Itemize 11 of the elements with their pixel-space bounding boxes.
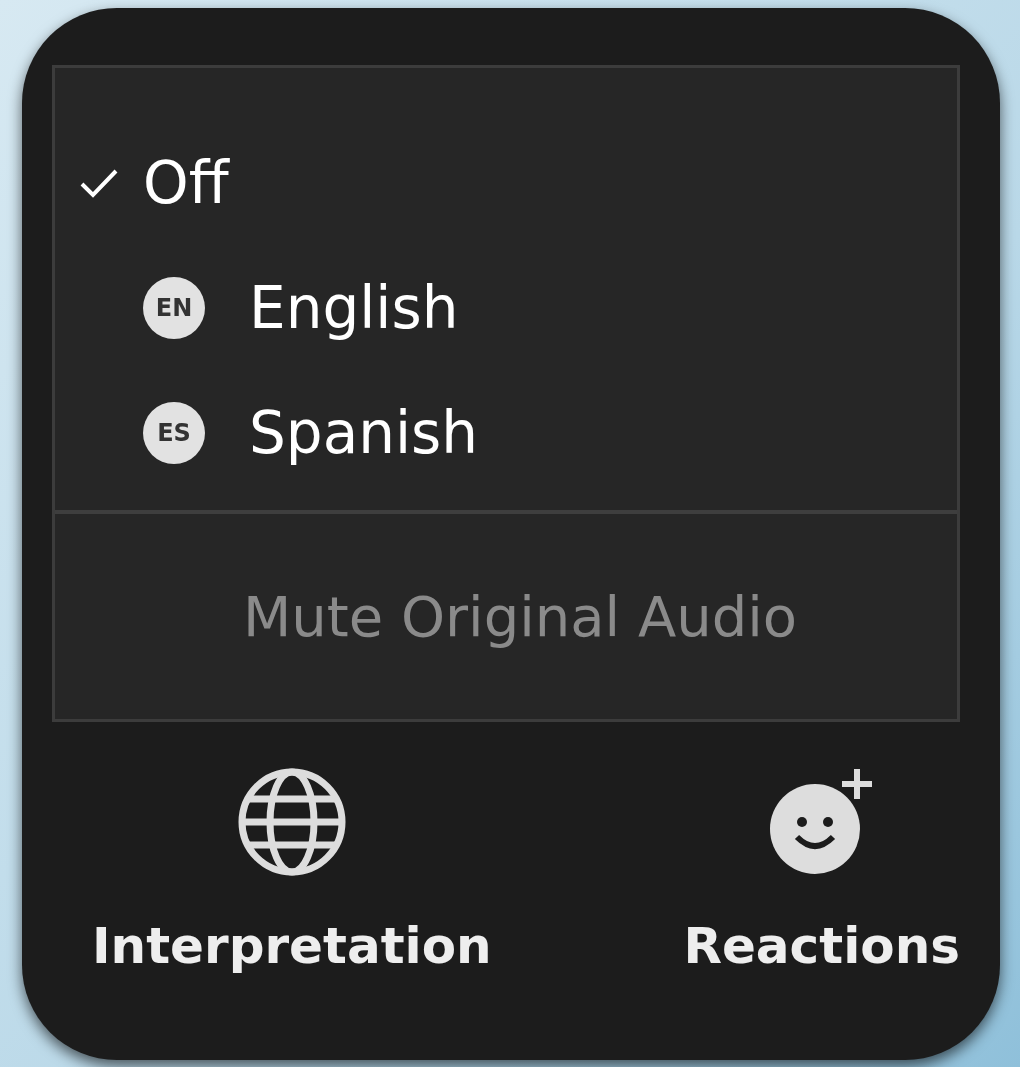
option-label: Off bbox=[143, 148, 229, 217]
option-label: Spanish bbox=[249, 398, 479, 467]
language-option[interactable]: EN English bbox=[55, 255, 957, 360]
globe-icon bbox=[236, 767, 347, 877]
language-option[interactable]: Off bbox=[55, 130, 957, 235]
language-option[interactable]: ES Spanish bbox=[55, 380, 957, 485]
option-label: English bbox=[249, 273, 459, 342]
toolbar-button[interactable]: Interpretation bbox=[92, 767, 492, 975]
toolbar-button[interactable]: Reactions bbox=[683, 767, 960, 975]
language-badge: ES bbox=[143, 401, 205, 464]
language-badge: EN bbox=[143, 276, 205, 339]
